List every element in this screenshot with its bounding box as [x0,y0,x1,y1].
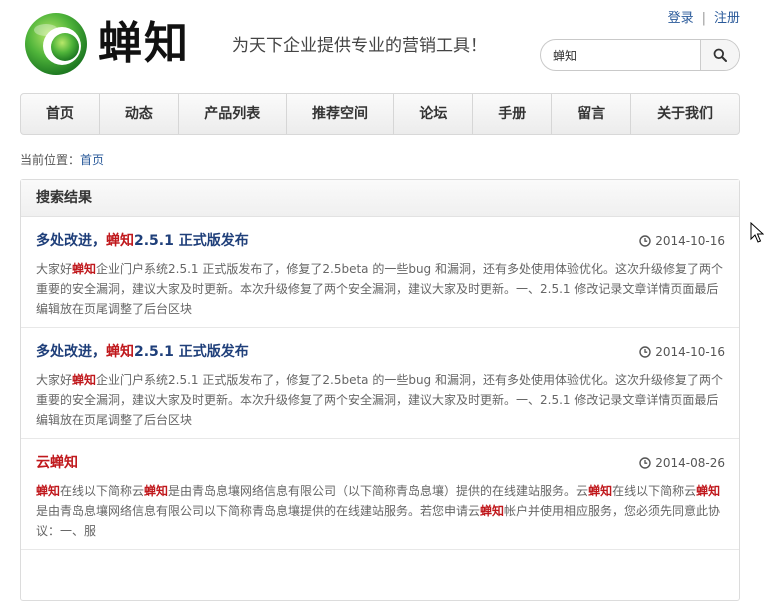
search-button[interactable] [700,40,739,70]
date-text: 2014-10-16 [655,234,725,248]
result-date: 2014-10-16 [639,234,725,248]
summary-keyword: 蝉知 [36,484,61,498]
title-text: 多处改进， [36,233,106,249]
breadcrumb-prefix: 当前位置： [20,153,81,167]
clock-icon [639,235,651,247]
summary-text: 大家好 [36,373,73,387]
search-results-panel: 搜索结果 多处改进，蝉知2.5.1 正式版发布 2014-10-16 大家好蝉知… [20,179,740,601]
title-keyword: 蝉知 [50,455,78,471]
summary-keyword: 蝉知 [480,504,505,518]
nav-item-news[interactable]: 动态 [100,94,179,134]
summary-keyword: 蝉知 [144,484,169,498]
nav-item-about[interactable]: 关于我们 [631,94,739,134]
summary-text: 大家好 [36,262,73,276]
nav-item-products[interactable]: 产品列表 [179,94,287,134]
auth-divider: | [701,11,706,26]
site-header: 蝉知 为天下企业提供专业的营销工具！ 登录 | 注册 [0,0,774,90]
title-text: 2.5.1 正式版发布 [134,233,249,249]
nav-item-spaces[interactable]: 推荐空间 [287,94,395,134]
summary-text: 企业门户系统2.5.1 正式版发布了，修复了2.5beta 的一些bug 和漏洞… [36,262,723,316]
nav-item-manual[interactable]: 手册 [473,94,553,134]
title-text: 云 [36,455,50,471]
result-summary: 蝉知在线以下简称云蝉知是由青岛息壤网络信息有限公司（以下简称青岛息壤）提供的在线… [36,481,726,541]
auth-links: 登录 | 注册 [668,7,740,26]
search-box [540,39,740,71]
date-text: 2014-08-26 [655,456,725,470]
summary-keyword: 蝉知 [72,373,97,387]
search-input[interactable] [541,40,703,70]
search-icon [713,48,727,62]
main-nav: 首页 动态 产品列表 推荐空间 论坛 手册 留言 关于我们 [20,93,740,135]
breadcrumb: 当前位置：首页 [20,151,104,168]
summary-text: 是由青岛息壤网络信息有限公司以下简称青岛息壤提供的在线建站服务。若您申请云 [36,504,481,518]
title-keyword: 蝉知 [106,344,134,360]
clock-icon [639,346,651,358]
result-title[interactable]: 云蝉知 [36,452,78,472]
summary-text: 在线以下简称云 [60,484,145,498]
site-slogan: 为天下企业提供专业的营销工具！ [232,36,487,56]
title-text: 多处改进， [36,344,106,360]
search-results-heading: 搜索结果 [21,180,739,217]
mouse-cursor-icon [750,222,764,243]
result-summary: 大家好蝉知企业门户系统2.5.1 正式版发布了，修复了2.5beta 的一些bu… [36,370,726,430]
summary-keyword: 蝉知 [72,262,97,276]
summary-keyword: 蝉知 [696,484,721,498]
summary-text: 在线以下简称云 [612,484,697,498]
result-title[interactable]: 多处改进，蝉知2.5.1 正式版发布 [36,341,249,361]
result-date: 2014-10-16 [639,345,725,359]
result-item: 多处改进，蝉知2.5.1 正式版发布 2014-10-16 大家好蝉知企业门户系… [21,328,739,439]
title-keyword: 蝉知 [106,233,134,249]
result-summary: 大家好蝉知企业门户系统2.5.1 正式版发布了，修复了2.5beta 的一些bu… [36,259,726,319]
result-title[interactable]: 多处改进，蝉知2.5.1 正式版发布 [36,230,249,250]
clock-icon [639,457,651,469]
summary-text: 是由青岛息壤网络信息有限公司（以下简称青岛息壤）提供的在线建站服务。云 [168,484,589,498]
result-date: 2014-08-26 [639,456,725,470]
date-text: 2014-10-16 [655,345,725,359]
register-link[interactable]: 注册 [714,11,740,26]
nav-item-home[interactable]: 首页 [21,94,100,134]
logo-icon[interactable] [24,12,88,76]
summary-keyword: 蝉知 [588,484,613,498]
breadcrumb-home[interactable]: 首页 [80,153,104,167]
logo-text[interactable]: 蝉知 [98,14,190,74]
summary-text: 企业门户系统2.5.1 正式版发布了，修复了2.5beta 的一些bug 和漏洞… [36,373,723,427]
nav-item-message[interactable]: 留言 [552,94,632,134]
login-link[interactable]: 登录 [668,11,694,26]
title-text: 2.5.1 正式版发布 [134,344,249,360]
result-item: 云蝉知 2014-08-26 蝉知在线以下简称云蝉知是由青岛息壤网络信息有限公司… [21,439,739,550]
nav-item-forum[interactable]: 论坛 [394,94,474,134]
result-item: 多处改进，蝉知2.5.1 正式版发布 2014-10-16 大家好蝉知企业门户系… [21,217,739,328]
